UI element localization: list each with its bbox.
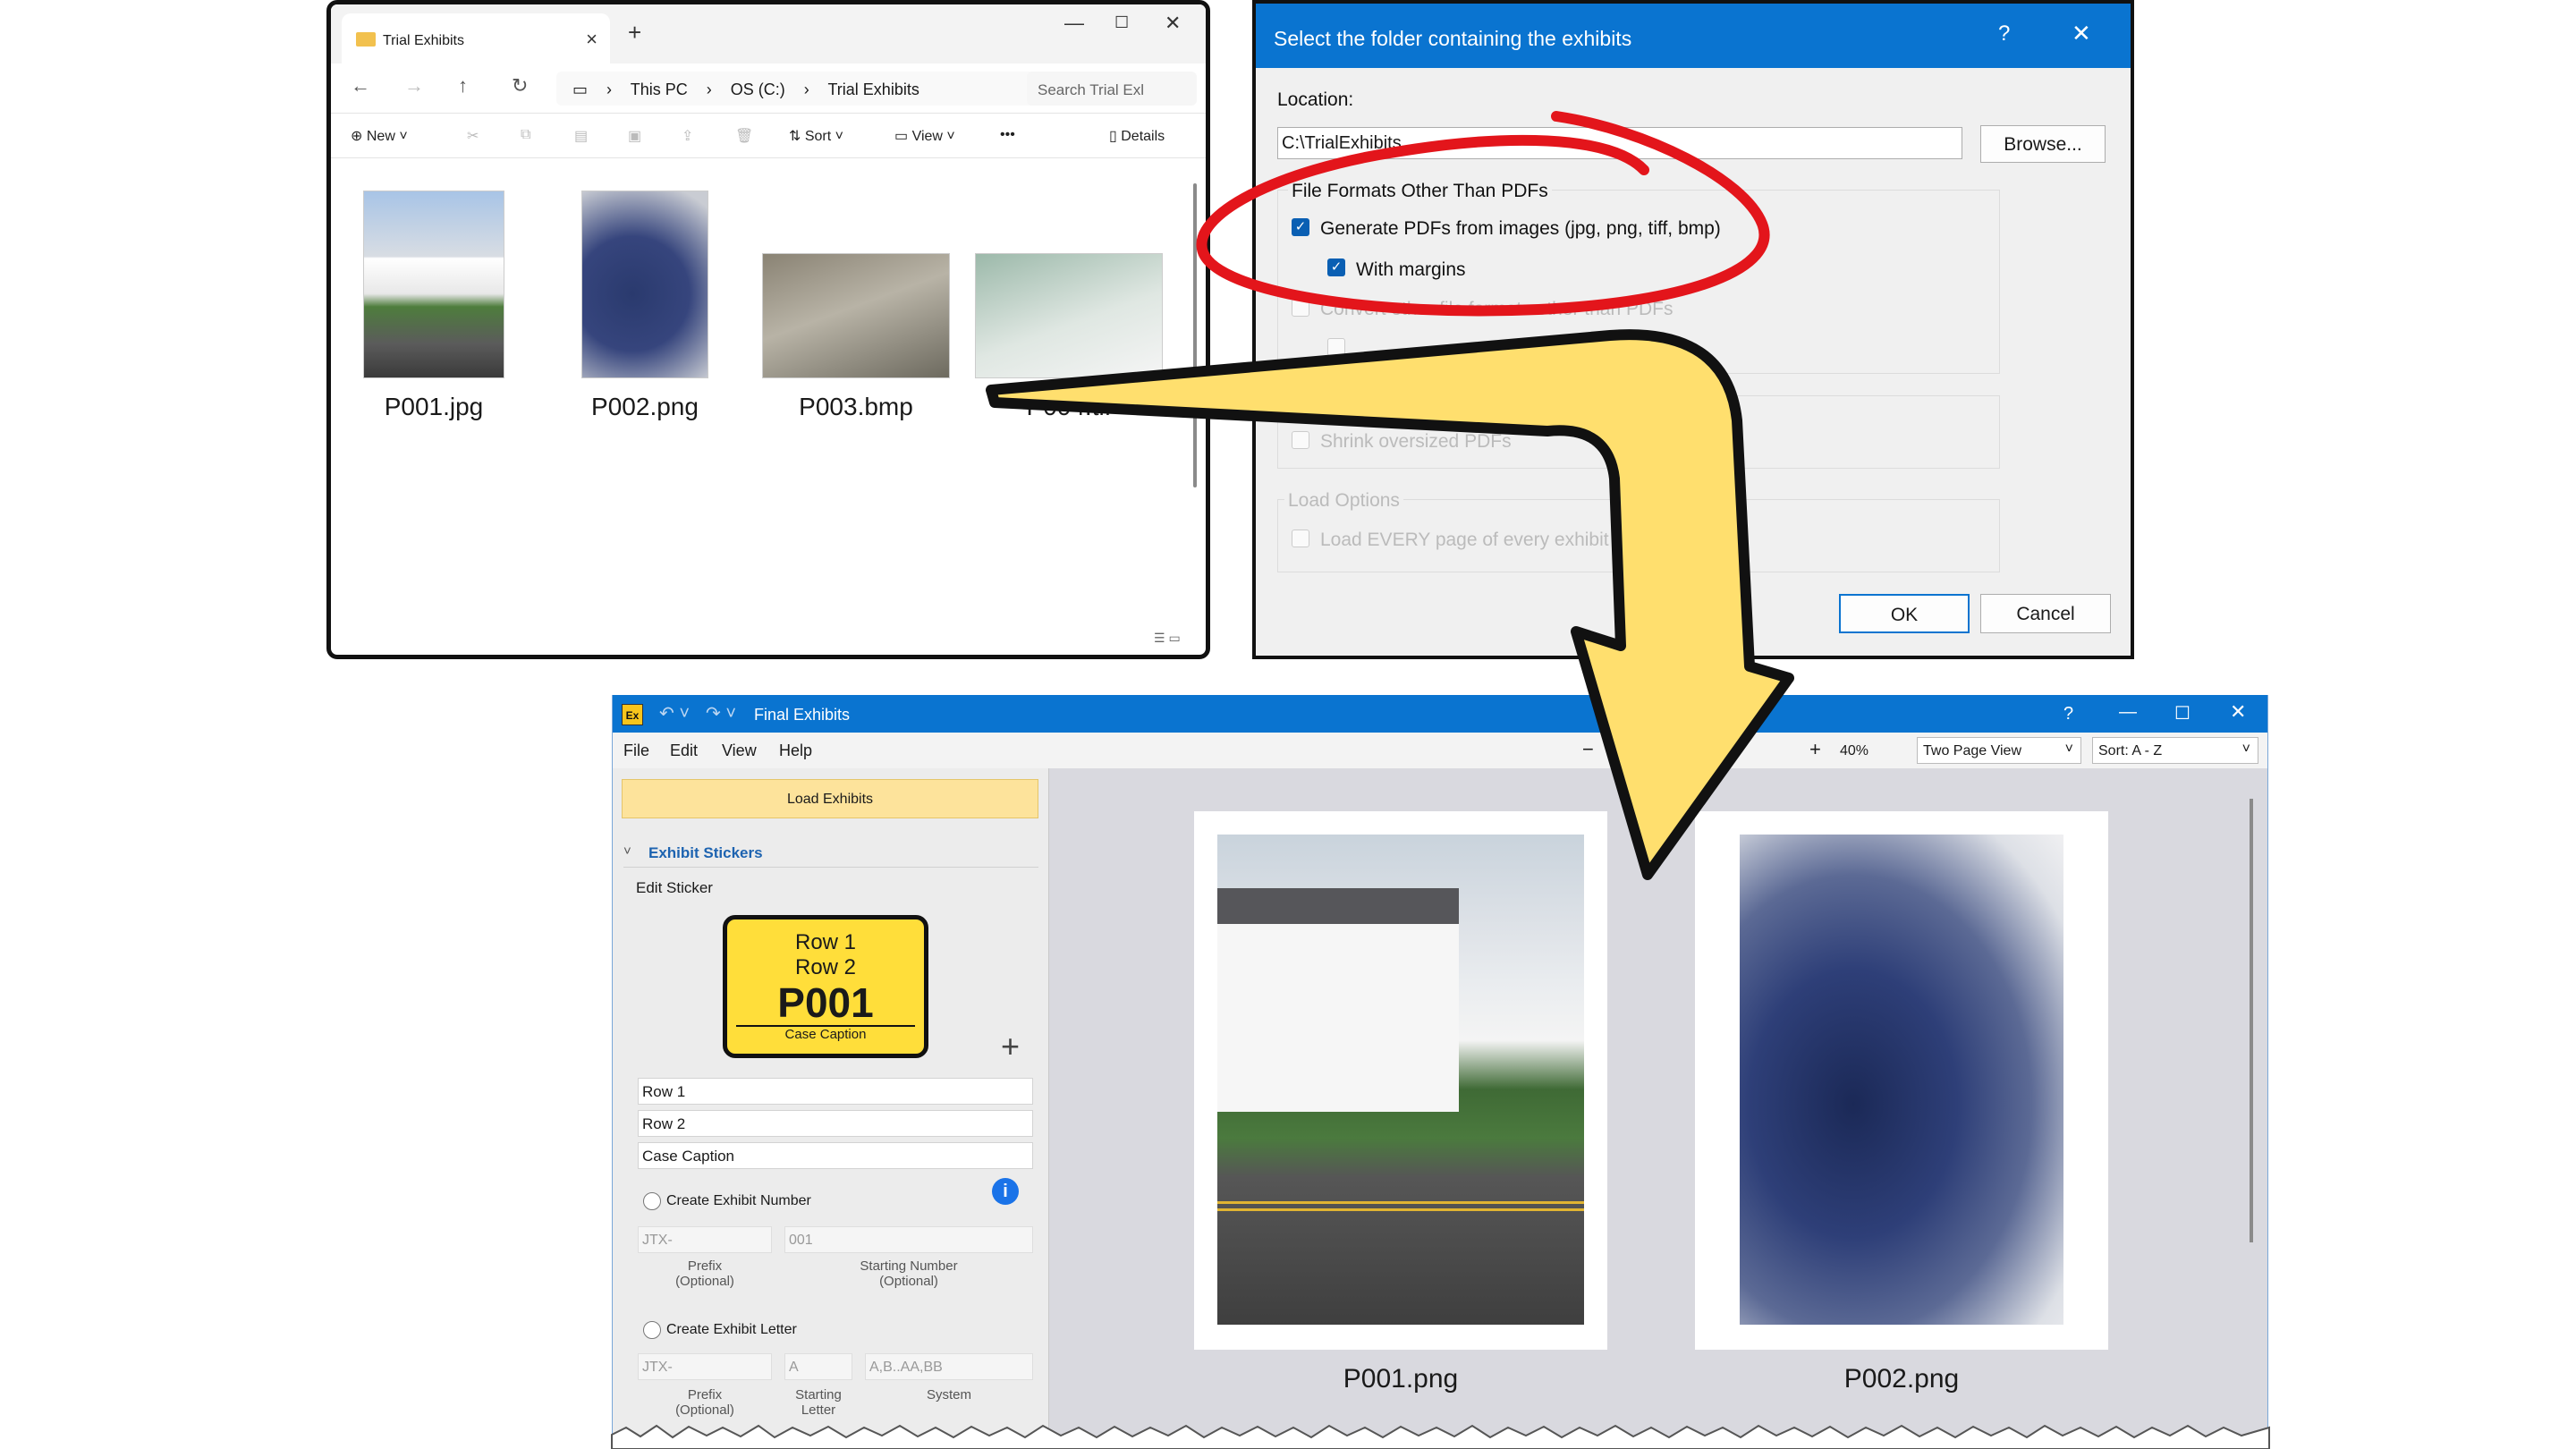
annotation-overlay (611, 111, 2270, 1449)
annotation-arrow-icon (986, 329, 1794, 880)
annotation-red-circle (1196, 111, 1770, 317)
torn-edge (611, 1424, 2270, 1449)
